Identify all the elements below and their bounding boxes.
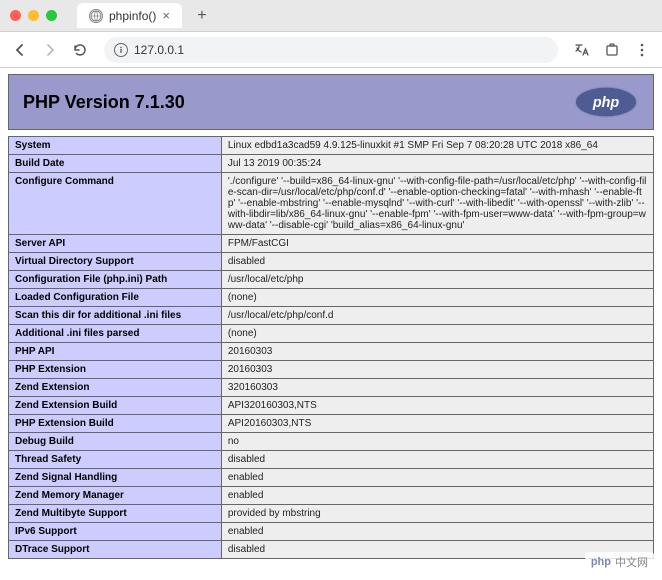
config-key: PHP API [9,343,222,361]
config-key: Zend Extension [9,379,222,397]
table-row: Scan this dir for additional .ini files/… [9,307,654,325]
config-key: Thread Safety [9,451,222,469]
config-value: API320160303,NTS [221,397,653,415]
config-value: enabled [221,523,653,541]
config-value: disabled [221,451,653,469]
tab-active[interactable]: phpinfo() × [77,3,182,28]
config-key: Zend Multibyte Support [9,505,222,523]
address-bar[interactable]: 127.0.0.1 [104,37,558,63]
menu-icon[interactable] [630,38,654,62]
window-controls [10,10,57,21]
page-title: PHP Version 7.1.30 [23,92,185,113]
browser-window: phpinfo() × + 127.0.0.1 [0,0,662,580]
new-tab-button[interactable]: + [192,7,212,25]
page-content[interactable]: PHP Version 7.1.30 php SystemLinux edbd1… [0,68,662,580]
watermark-text: 中文网 [615,554,648,570]
config-value: FPM/FastCGI [221,235,653,253]
tab-close-button[interactable]: × [162,8,170,23]
tab-title: phpinfo() [109,9,156,23]
config-value: API20160303,NTS [221,415,653,433]
config-key: DTrace Support [9,541,222,559]
config-value: provided by mbstring [221,505,653,523]
config-value: no [221,433,653,451]
table-row: Zend Signal Handlingenabled [9,469,654,487]
table-row: Zend Memory Managerenabled [9,487,654,505]
site-info-icon[interactable] [114,43,128,57]
php-header: PHP Version 7.1.30 php [8,74,654,130]
config-value: enabled [221,469,653,487]
table-row: Additional .ini files parsed(none) [9,325,654,343]
config-key: IPv6 Support [9,523,222,541]
config-value: 320160303 [221,379,653,397]
config-key: Zend Extension Build [9,397,222,415]
table-row: Thread Safetydisabled [9,451,654,469]
table-row: Configure Command'./configure' '--build=… [9,173,654,235]
config-value: enabled [221,487,653,505]
table-row: SystemLinux edbd1a3cad59 4.9.125-linuxki… [9,137,654,155]
config-value: './configure' '--build=x86_64-linux-gnu'… [221,173,653,235]
config-value: /usr/local/etc/php [221,271,653,289]
table-row: Build DateJul 13 2019 00:35:24 [9,155,654,173]
config-key: Build Date [9,155,222,173]
config-value: (none) [221,289,653,307]
table-row: Virtual Directory Supportdisabled [9,253,654,271]
table-row: DTrace Supportdisabled [9,541,654,559]
back-button[interactable] [8,38,32,62]
php-logo-icon: php [573,85,639,119]
config-key: PHP Extension [9,361,222,379]
config-key: Configure Command [9,173,222,235]
table-row: Debug Buildno [9,433,654,451]
config-value: 20160303 [221,361,653,379]
url-text: 127.0.0.1 [134,43,184,57]
maximize-window-button[interactable] [46,10,57,21]
table-row: Zend Multibyte Supportprovided by mbstri… [9,505,654,523]
phpinfo-table: SystemLinux edbd1a3cad59 4.9.125-linuxki… [8,136,654,559]
table-row: Zend Extension320160303 [9,379,654,397]
config-key: Configuration File (php.ini) Path [9,271,222,289]
config-key: Additional .ini files parsed [9,325,222,343]
reload-button[interactable] [68,38,92,62]
titlebar: phpinfo() × + [0,0,662,32]
tab-strip: phpinfo() × + [77,3,652,28]
config-key: Zend Memory Manager [9,487,222,505]
config-key: Scan this dir for additional .ini files [9,307,222,325]
config-key: Virtual Directory Support [9,253,222,271]
config-value: Linux edbd1a3cad59 4.9.125-linuxkit #1 S… [221,137,653,155]
config-key: Server API [9,235,222,253]
close-window-button[interactable] [10,10,21,21]
svg-text:php: php [592,95,620,111]
config-key: System [9,137,222,155]
config-key: Debug Build [9,433,222,451]
globe-icon [89,9,103,23]
table-row: Configuration File (php.ini) Path/usr/lo… [9,271,654,289]
config-value: disabled [221,253,653,271]
minimize-window-button[interactable] [28,10,39,21]
config-value: (none) [221,325,653,343]
table-row: Loaded Configuration File(none) [9,289,654,307]
toolbar: 127.0.0.1 [0,32,662,68]
table-row: PHP Extension20160303 [9,361,654,379]
table-row: IPv6 Supportenabled [9,523,654,541]
table-row: PHP Extension BuildAPI20160303,NTS [9,415,654,433]
config-key: PHP Extension Build [9,415,222,433]
watermark-brand: php [591,556,611,568]
config-value: /usr/local/etc/php/conf.d [221,307,653,325]
translate-icon[interactable] [570,38,594,62]
table-row: Zend Extension BuildAPI320160303,NTS [9,397,654,415]
table-row: PHP API20160303 [9,343,654,361]
watermark: php 中文网 [585,552,654,572]
config-value: 20160303 [221,343,653,361]
config-value: Jul 13 2019 00:35:24 [221,155,653,173]
config-key: Zend Signal Handling [9,469,222,487]
forward-button[interactable] [38,38,62,62]
table-row: Server APIFPM/FastCGI [9,235,654,253]
extensions-icon[interactable] [600,38,624,62]
config-key: Loaded Configuration File [9,289,222,307]
